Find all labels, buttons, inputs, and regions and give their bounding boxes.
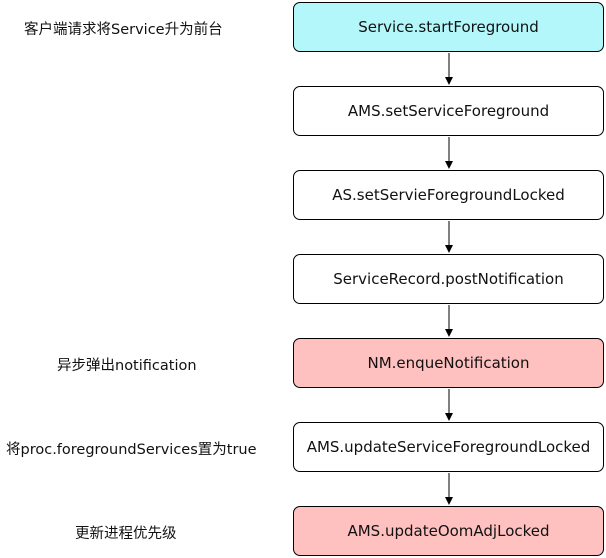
note-update-priority: 更新进程优先级 [75, 526, 177, 542]
note-client-request: 客户端请求将Service升为前台 [24, 22, 223, 38]
node-nm-enque-notification: NM.enqueNotification [293, 338, 604, 388]
node-ams-update-oom-adj-locked: AMS.updateOomAdjLocked [293, 506, 604, 556]
node-label: Service.startForeground [358, 18, 539, 36]
node-label: AMS.updateServiceForegroundLocked [306, 438, 591, 456]
note-foreground-services-true: 将proc.foregroundServices置为true [6, 442, 257, 458]
node-service-start-foreground: Service.startForeground [293, 2, 604, 52]
node-service-record-post-notification: ServiceRecord.postNotification [293, 254, 604, 304]
node-as-set-servie-foreground-locked: AS.setServieForegroundLocked [293, 170, 604, 220]
node-label: NM.enqueNotification [367, 354, 530, 372]
node-ams-set-service-foreground: AMS.setServiceForeground [293, 86, 604, 136]
node-label: ServiceRecord.postNotification [333, 270, 564, 288]
node-label: AMS.updateOomAdjLocked [347, 522, 550, 540]
node-ams-update-service-foreground-locked: AMS.updateServiceForegroundLocked [293, 422, 604, 472]
note-async-notification: 异步弹出notification [57, 358, 197, 374]
node-label: AS.setServieForegroundLocked [332, 186, 565, 204]
node-label: AMS.setServiceForeground [347, 102, 550, 120]
